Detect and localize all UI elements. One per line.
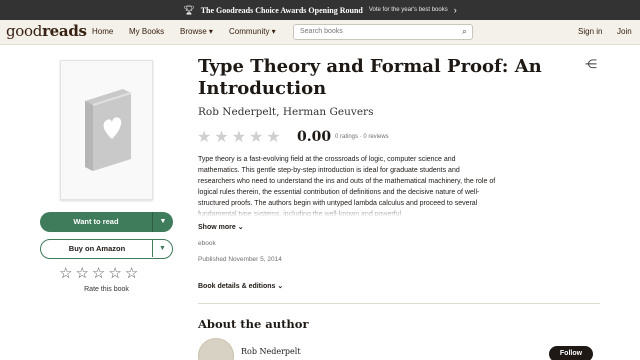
- nav-community[interactable]: Community ▾: [229, 27, 276, 36]
- star-icon: ★: [214, 129, 232, 146]
- chevron-down-icon[interactable]: ▼: [152, 240, 172, 257]
- chevron-down-icon[interactable]: ▼: [152, 212, 173, 232]
- awards-banner[interactable]: 🏆︎ The Goodreads Choice Awards Opening R…: [0, 0, 640, 20]
- search-placeholder: Search books: [300, 28, 343, 35]
- chevron-right-icon: ›: [453, 5, 457, 15]
- nav-home[interactable]: Home: [92, 27, 113, 36]
- average-rating: 0.00: [297, 129, 332, 145]
- rate-this-book-label: Rate this book: [84, 286, 129, 293]
- book-authors[interactable]: Rob Nederpelt, Herman Geuvers: [198, 106, 373, 118]
- star-icon: ★: [231, 129, 250, 146]
- nav-browse[interactable]: Browse ▾: [180, 27, 213, 36]
- share-icon[interactable]: ⋲: [585, 57, 597, 71]
- star-icon: ★: [266, 129, 284, 146]
- rate-stars[interactable]: ☆☆☆☆☆: [59, 264, 141, 282]
- description-fade: [198, 205, 498, 217]
- join-link[interactable]: Join: [617, 27, 632, 36]
- author-name[interactable]: Rob Nederpelt: [241, 347, 301, 356]
- book-heart-icon: [85, 89, 132, 171]
- rating-counts[interactable]: 0 ratings · 0 reviews: [335, 134, 389, 140]
- star-icon[interactable]: ☆: [75, 265, 91, 282]
- trophy-icon: 🏆︎: [183, 4, 195, 15]
- section-divider: [198, 303, 600, 304]
- chevron-down-icon: ⌄: [277, 283, 284, 290]
- buy-label: Buy on Amazon: [68, 244, 126, 253]
- star-icon[interactable]: ☆: [59, 265, 75, 282]
- book-details-button[interactable]: Book details & editions ⌄: [198, 282, 283, 290]
- average-rating-stars: ★★★★★: [197, 127, 284, 147]
- about-author-heading: About the author: [198, 317, 309, 331]
- star-icon[interactable]: ☆: [108, 265, 124, 282]
- book-title: Type Theory and Formal Proof: An Introdu…: [198, 56, 542, 99]
- book-cover-placeholder: [60, 60, 153, 200]
- star-icon[interactable]: ☆: [92, 265, 108, 282]
- buy-on-amazon-button[interactable]: Buy on Amazon ▼: [40, 239, 173, 259]
- show-more-button[interactable]: Show more ⌄: [198, 223, 244, 231]
- star-icon: ★: [197, 129, 215, 146]
- author-avatar[interactable]: [198, 338, 234, 360]
- want-to-read-button[interactable]: Want to read ▼: [40, 212, 173, 232]
- search-input[interactable]: Search books ⌕: [293, 24, 473, 40]
- follow-button[interactable]: Follow: [549, 346, 593, 360]
- banner-title: The Goodreads Choice Awards Opening Roun…: [200, 5, 363, 15]
- want-to-read-label: Want to read: [73, 217, 119, 226]
- goodreads-logo[interactable]: goodreads: [6, 22, 87, 40]
- book-format: ebook: [198, 240, 216, 247]
- top-nav: goodreads Home My Books Browse ▾ Communi…: [0, 20, 640, 45]
- nav-my-books[interactable]: My Books: [129, 27, 164, 36]
- sign-in-link[interactable]: Sign in: [578, 27, 602, 36]
- banner-subtitle: Vote for the year's best books: [368, 7, 448, 13]
- star-icon[interactable]: ☆: [125, 265, 141, 282]
- search-icon[interactable]: ⌕: [462, 26, 467, 37]
- chevron-down-icon: ⌄: [237, 224, 244, 231]
- star-icon: ★: [249, 129, 267, 146]
- publication-date: Published November 5, 2014: [198, 256, 282, 263]
